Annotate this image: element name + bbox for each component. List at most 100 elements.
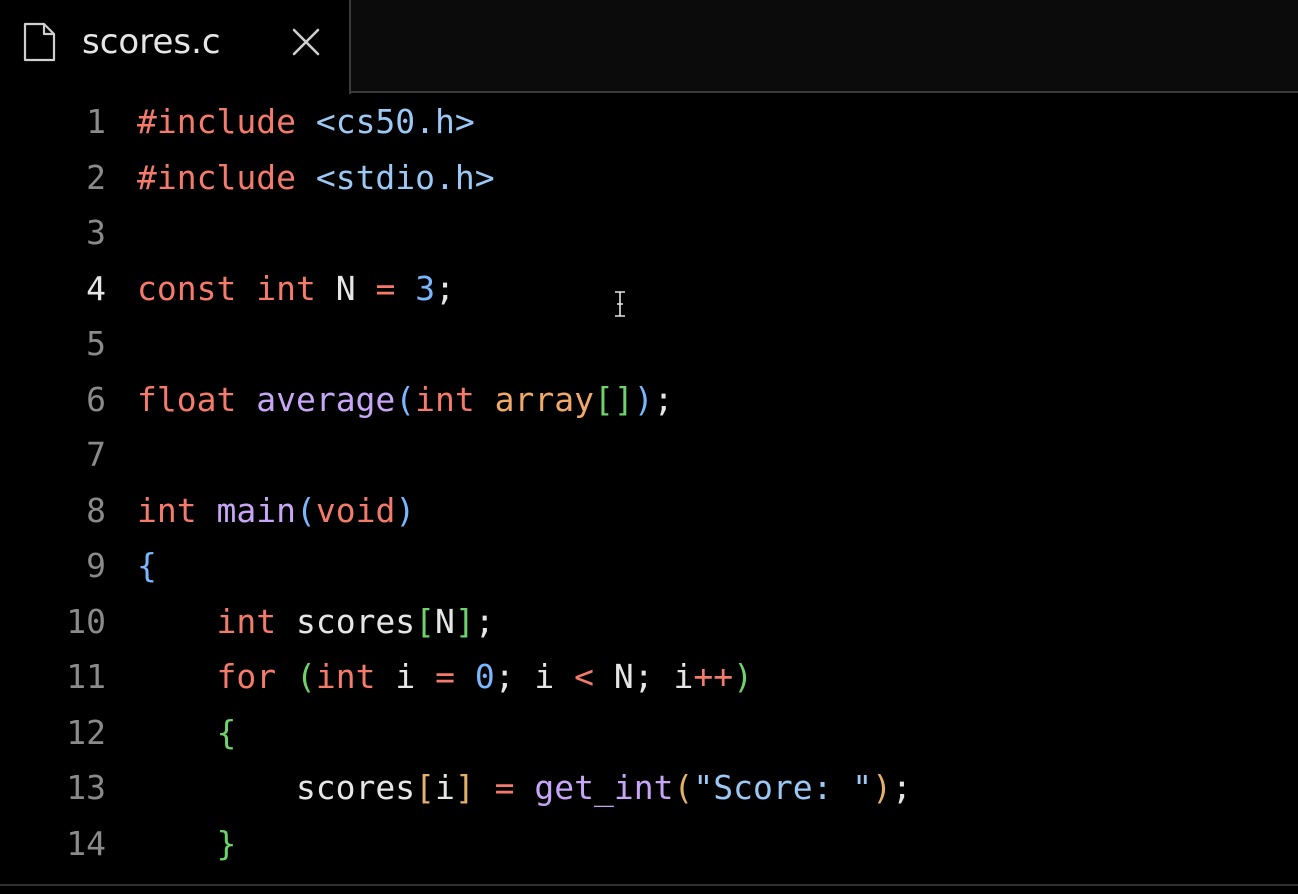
code-token: =: [494, 768, 515, 807]
code-token: void: [315, 490, 396, 530]
code-token: ;: [435, 268, 455, 308]
code-token: i: [375, 657, 436, 696]
code-text: for (int i = 0; i < N; i++): [137, 649, 753, 704]
code-token: int: [315, 657, 376, 696]
code-token: i: [435, 768, 455, 807]
code-line[interactable]: 3: [0, 205, 1298, 260]
code-token: ++: [693, 657, 734, 696]
code-token: <cs50.h>: [315, 102, 475, 141]
line-number: 3: [86, 213, 106, 252]
code-token: ): [395, 490, 416, 530]
code-text: {: [137, 705, 236, 760]
code-token: =: [375, 268, 396, 308]
code-token: (: [395, 379, 416, 419]
code-token: N; i: [594, 657, 694, 696]
code-token: ;: [892, 768, 912, 807]
line-number: 10: [66, 601, 106, 641]
code-token: 3: [415, 268, 436, 308]
code-line[interactable]: 5: [0, 316, 1298, 371]
file-icon: [23, 22, 56, 62]
code-line[interactable]: 8 int main(void): [0, 483, 1298, 538]
code-line[interactable]: 10 int scores[N];: [0, 594, 1298, 649]
tab-bar-divider: [351, 91, 1298, 93]
code-text: }: [137, 816, 236, 871]
code-line[interactable]: 11 for (int i = 0; i < N; i++): [0, 649, 1298, 704]
code-area[interactable]: 1 #include <cs50.h> 2 #include <stdio.h> 3 4 c…: [0, 94, 1298, 884]
code-token: =: [435, 657, 455, 696]
code-line[interactable]: 9{: [0, 538, 1298, 593]
code-token: ): [633, 379, 654, 419]
code-token: (: [295, 490, 316, 530]
code-token: ; i: [494, 657, 575, 696]
code-text: int main(void): [137, 483, 415, 538]
code-token: [: [415, 601, 436, 641]
code-token: ;: [474, 601, 495, 641]
code-token: {: [216, 712, 237, 752]
code-token: int: [415, 379, 475, 419]
code-text: #include <cs50.h>: [137, 94, 475, 149]
code-token: ]: [454, 601, 475, 641]
code-token: N: [315, 268, 376, 308]
code-token: 0: [474, 657, 495, 696]
code-line[interactable]: 7: [0, 427, 1298, 482]
code-token: #include: [137, 157, 296, 197]
line-number: 5: [86, 324, 106, 363]
code-text: const int N = 3;: [137, 261, 455, 316]
code-token: ]: [454, 768, 475, 807]
code-line[interactable]: 13 scores[i] = get_int("Score: ");: [0, 760, 1298, 815]
code-token: average: [256, 379, 396, 419]
line-number: 1: [86, 102, 106, 141]
line-number: 12: [66, 712, 106, 752]
close-icon[interactable]: [290, 26, 322, 58]
code-token: #include: [137, 102, 296, 141]
code-token: {: [137, 546, 157, 585]
code-text: {: [137, 538, 157, 593]
code-token: main: [216, 490, 296, 530]
code-token: }: [216, 823, 237, 863]
line-number: 13: [66, 768, 106, 807]
code-line[interactable]: 14 }: [0, 816, 1298, 871]
code-line[interactable]: 4 const int N = 3;: [0, 261, 1298, 316]
line-number: 8: [86, 490, 106, 530]
code-token: int: [256, 268, 316, 308]
code-token: N: [435, 601, 455, 641]
line-number: 14: [66, 823, 106, 863]
line-number: 2: [86, 157, 106, 197]
code-line[interactable]: 1 #include <cs50.h>: [0, 94, 1298, 149]
code-token: <: [574, 657, 595, 696]
tab-bar: scores.c: [0, 0, 1298, 94]
code-token: scores: [137, 768, 416, 807]
code-token: <stdio.h>: [315, 157, 495, 197]
line-number: 4: [86, 268, 106, 308]
code-token: (: [295, 657, 316, 696]
editor-bottom-divider: [0, 884, 1298, 886]
code-line[interactable]: 6 float average(int array[]);: [0, 372, 1298, 427]
code-token: "Score: ": [693, 768, 873, 807]
code-token: int: [137, 490, 197, 530]
code-line[interactable]: 2 #include <stdio.h>: [0, 150, 1298, 205]
code-token: ): [733, 657, 754, 696]
code-token: get_int: [534, 768, 674, 807]
code-token: int: [216, 601, 277, 641]
code-token: (: [673, 768, 694, 807]
code-text: int scores[N];: [137, 594, 495, 649]
code-token: ): [872, 768, 893, 807]
code-token: [: [415, 768, 436, 807]
code-token: for: [216, 657, 277, 696]
tab-scores-c[interactable]: scores.c: [0, 0, 351, 94]
code-token: []: [594, 379, 634, 419]
code-editor: scores.c 1 #include <cs50.h> 2 #include <st…: [0, 0, 1298, 894]
code-line[interactable]: 12 {: [0, 705, 1298, 760]
